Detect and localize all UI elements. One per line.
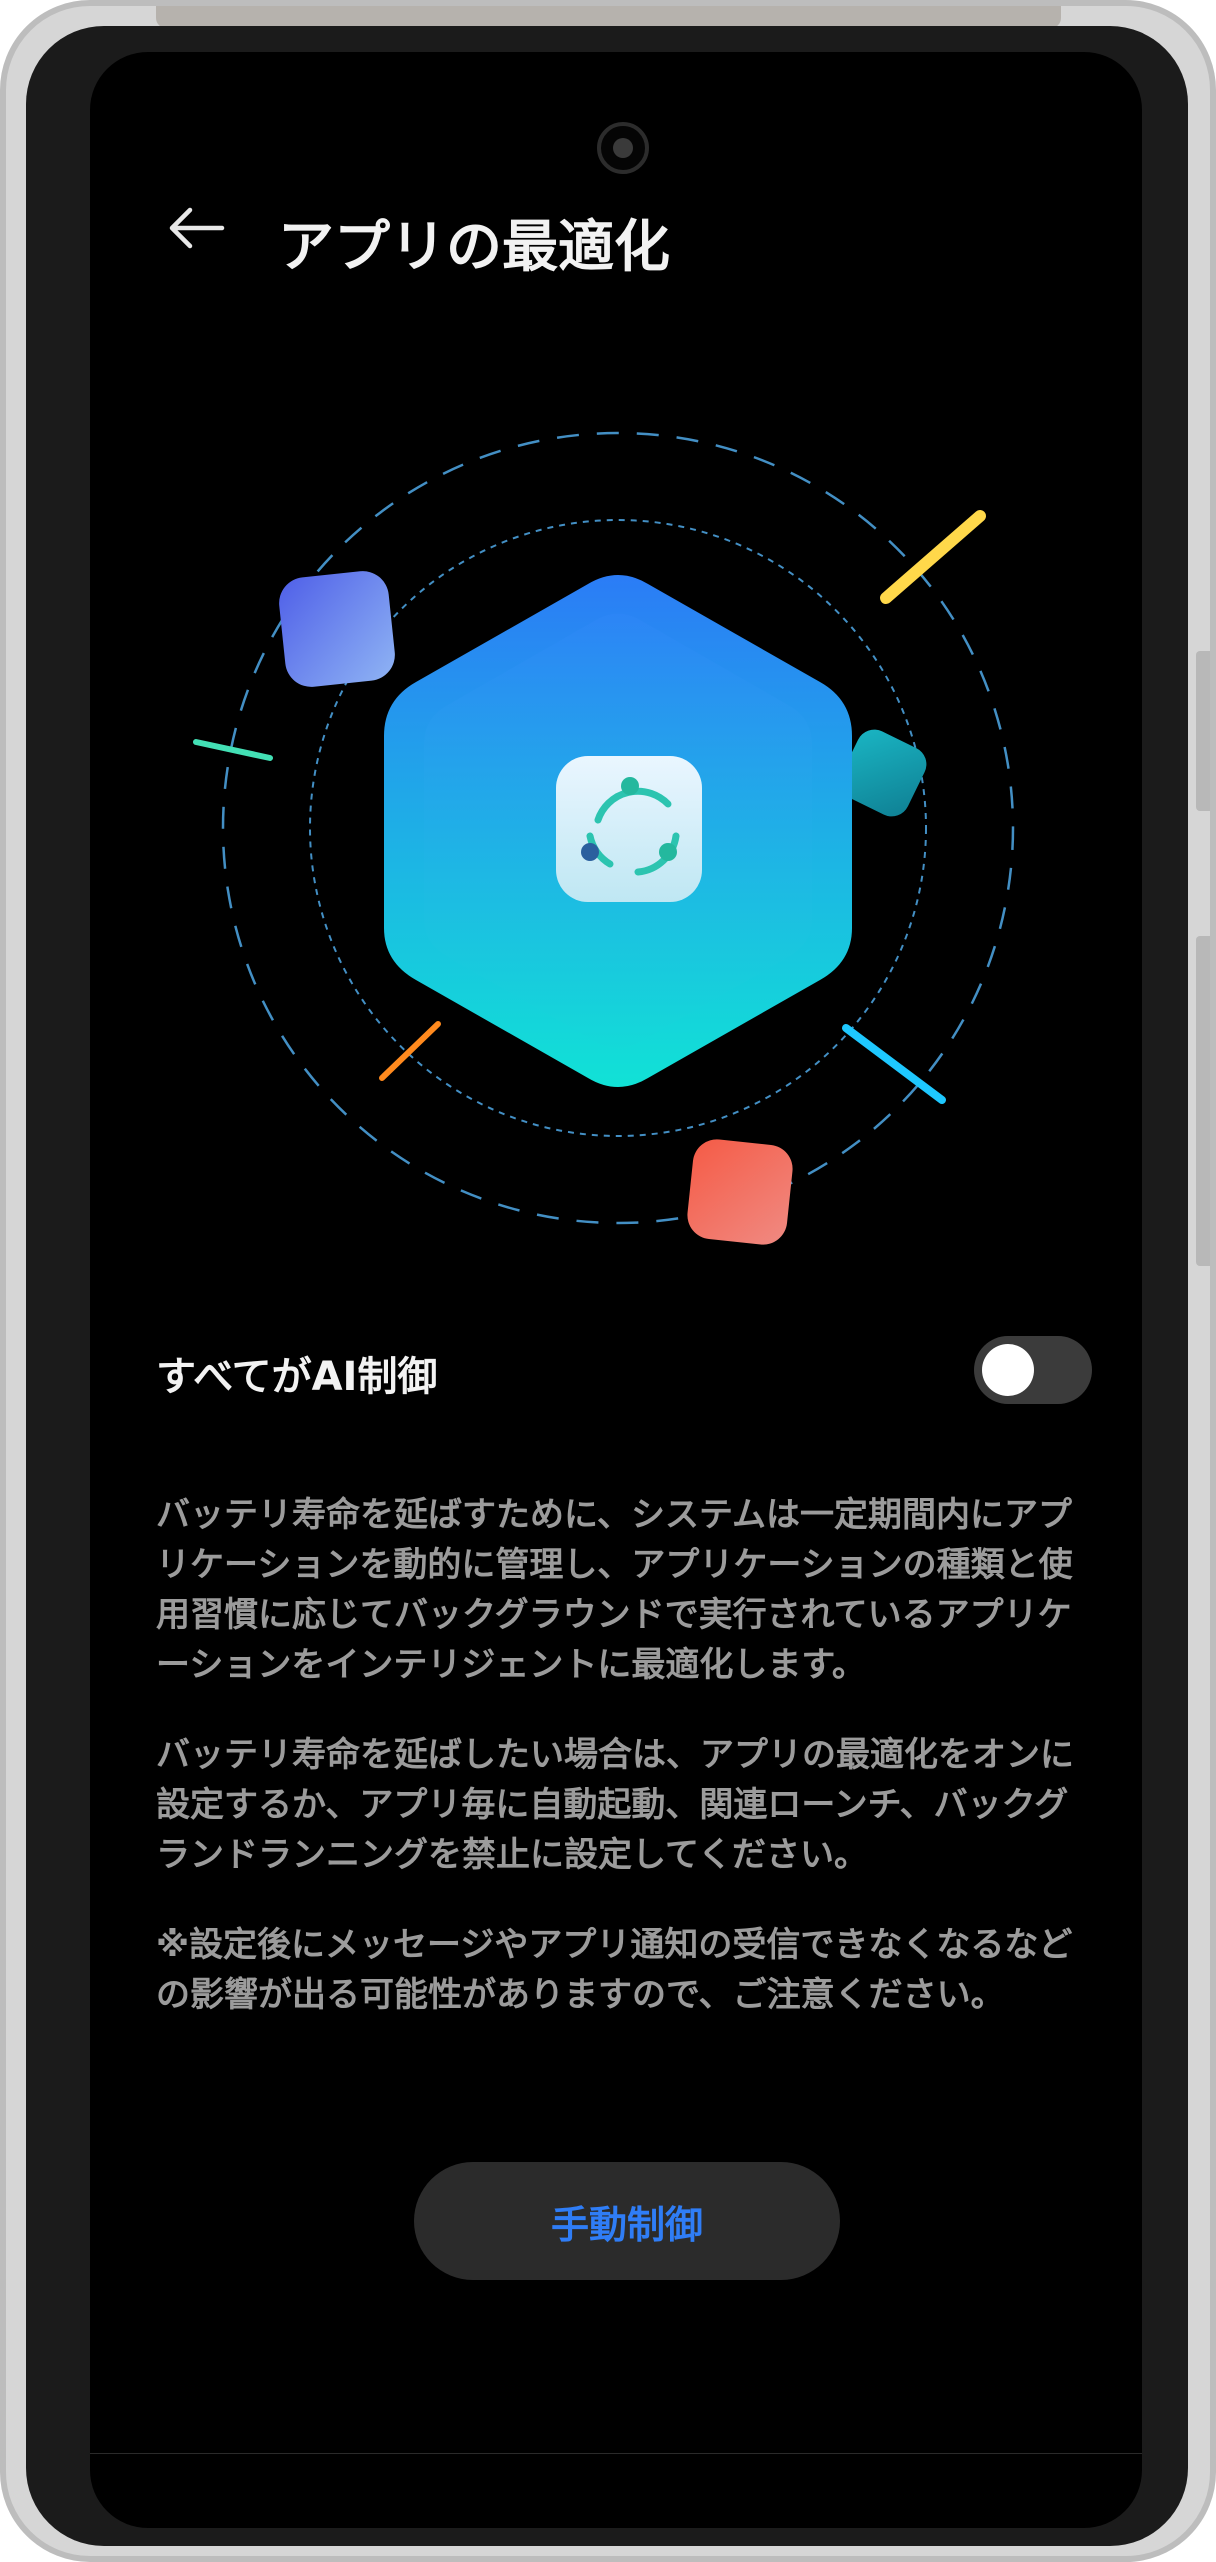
app-optimization-illustration [193,431,1015,1245]
app-cycle-icon [556,756,702,902]
notice-paragraph: ※設定後にメッセージやアプリ通知の受信できなくなるなどの影響が出る可能性がありま… [156,1925,1073,2015]
device-bezel: アプリの最適化 すべてがAI制御 バッテリ寿命を延ばすために、システムは一定期間… [26,26,1188,2546]
front-camera [597,122,649,174]
back-button[interactable] [156,188,236,268]
description-text: バッテリ寿命を延ばすために、システムは一定期間内にアプリケーションを動的に管理し… [156,1490,1092,2060]
yellow-accent [880,510,986,604]
device-power-button [1196,936,1210,1266]
ai-control-row: すべてがAI制御 [156,1314,1092,1430]
app-screen: アプリの最適化 すべてがAI制御 バッテリ寿命を延ばすために、システムは一定期間… [90,52,1142,2528]
manual-control-button[interactable]: 手動制御 [414,2162,840,2280]
description-paragraph: バッテリ寿命を延ばすために、システムは一定期間内にアプリケーションを動的に管理し… [156,1495,1073,1685]
device-top-edge [156,6,1061,28]
toggle-knob [982,1344,1034,1396]
page-title: アプリの最適化 [278,215,670,280]
ai-control-label: すべてがAI制御 [156,1354,438,1400]
red-tile [687,1139,793,1245]
device-volume-button [1196,651,1210,811]
cyan-accent [842,1024,946,1104]
description-paragraph: バッテリ寿命を延ばしたい場合は、アプリの最適化をオンに設定するか、アプリ毎に自動… [156,1735,1074,1875]
device-frame: アプリの最適化 すべてがAI制御 バッテリ寿命を延ばすために、システムは一定期間… [0,0,1216,2562]
ai-control-toggle[interactable] [974,1336,1092,1404]
orange-accent [379,1021,441,1081]
arrow-left-icon [169,207,225,249]
screen-divider [90,2453,1142,2454]
purple-tile [279,571,395,687]
